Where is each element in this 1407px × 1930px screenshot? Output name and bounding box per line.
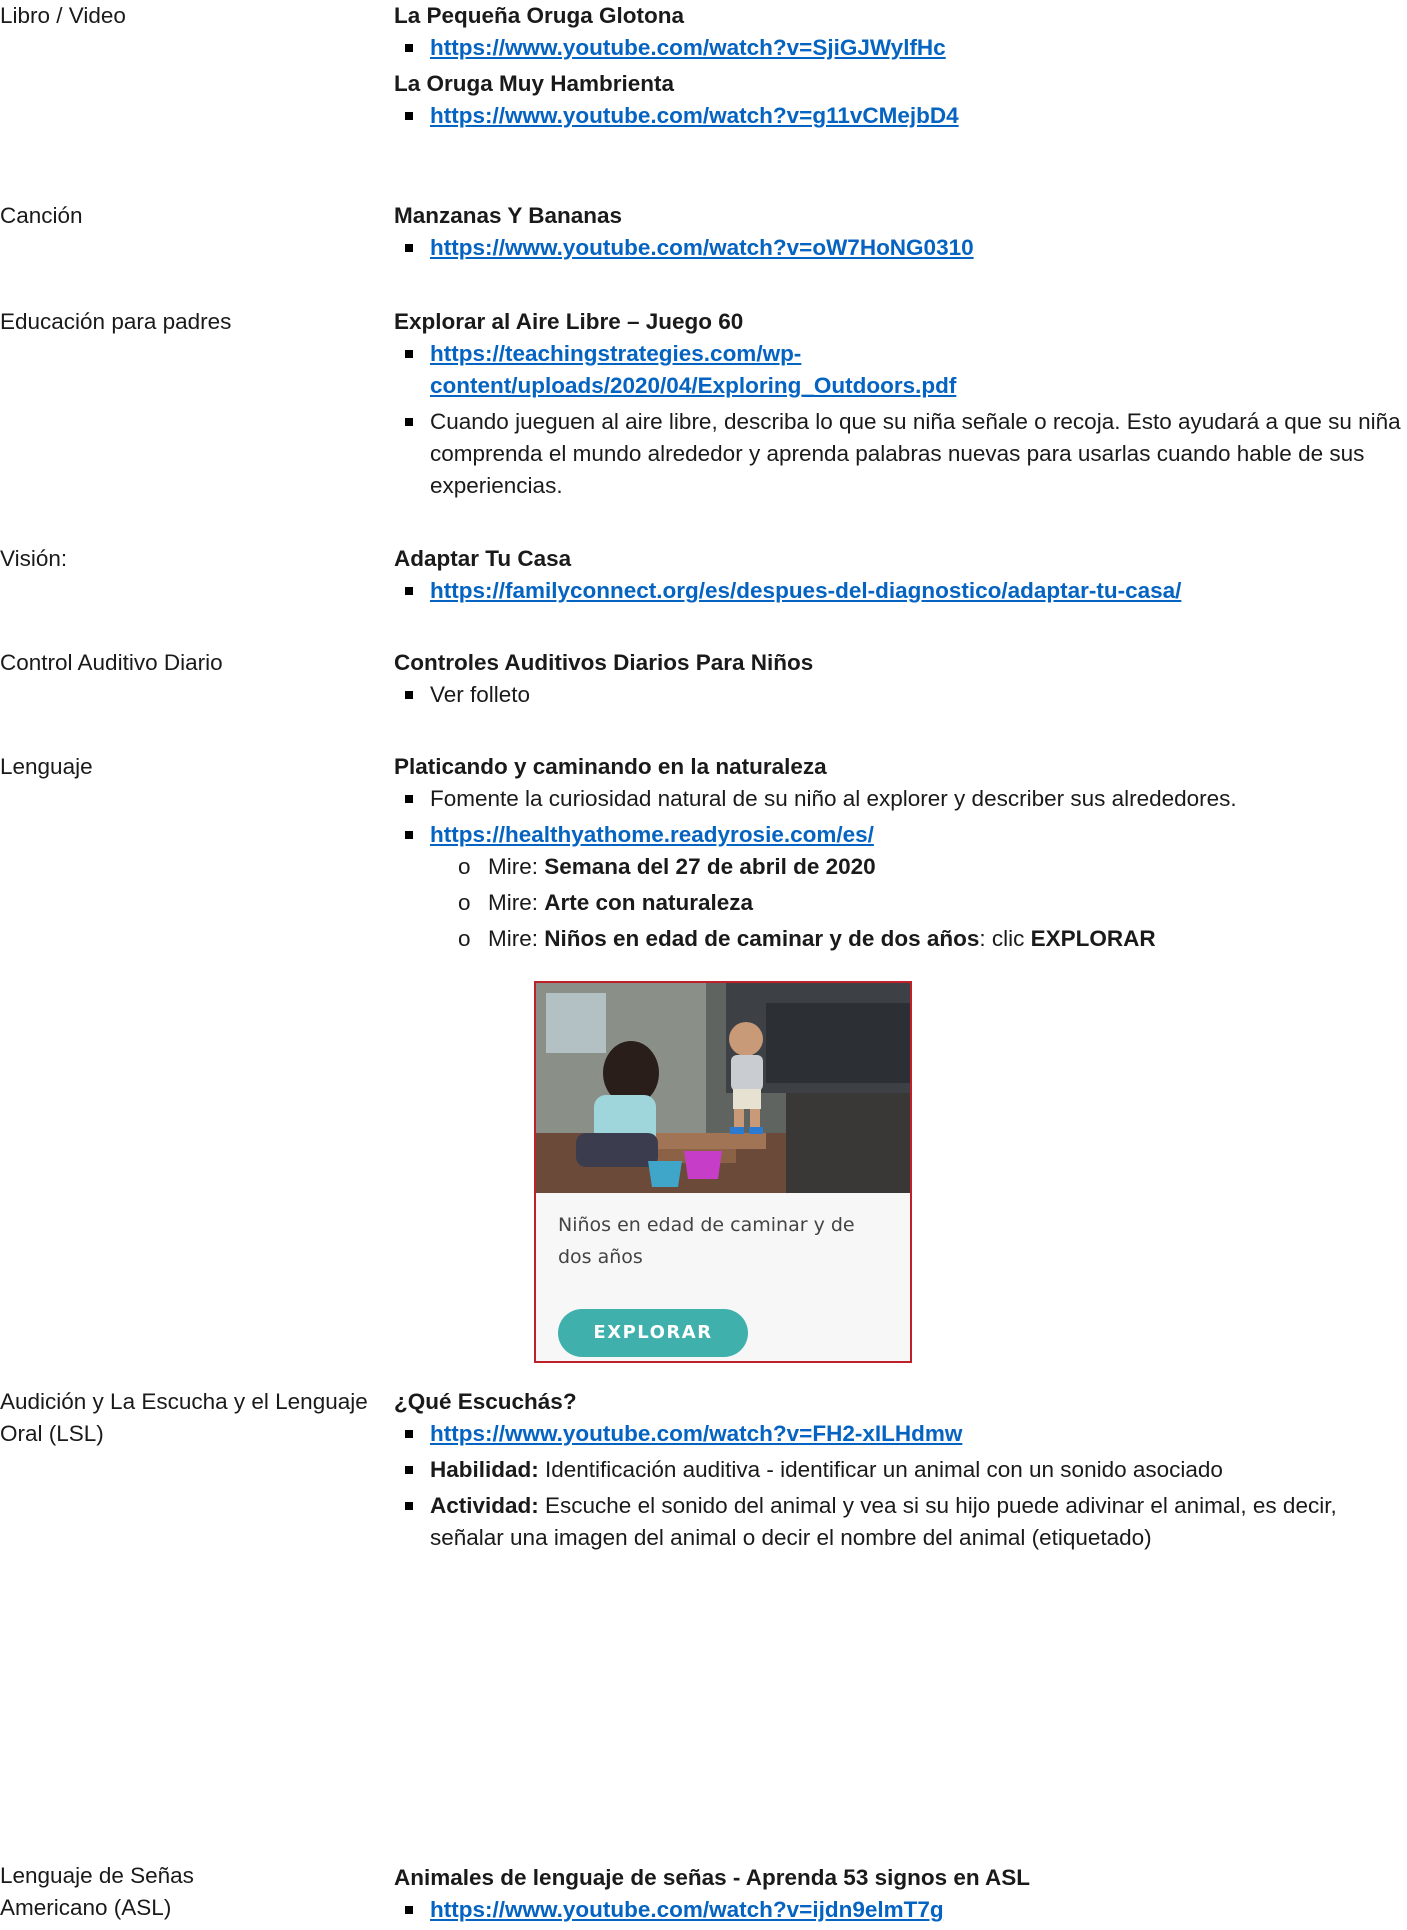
week-text: Semana del 27 de abril de 2020 — [544, 854, 876, 879]
bullet-list: https://www.youtube.com/watch?v=oW7HoNG0… — [394, 232, 1407, 264]
control-text: Ver folleto — [430, 682, 531, 707]
parent-tip-text: Cuando jueguen al aire libre, describa l… — [430, 409, 1401, 498]
list-item: https://familyconnect.org/es/despues-del… — [405, 575, 1407, 607]
book-title-1: La Pequeña Oruga Glotona — [394, 3, 685, 28]
bullet-list: Fomente la curiosidad natural de su niño… — [394, 783, 1407, 955]
asl-link[interactable]: https://www.youtube.com/watch?v=ijdn9elm… — [430, 1897, 944, 1922]
actividad-label: Actividad: — [430, 1493, 539, 1518]
list-item: https://teachingstrategies.com/wp-conten… — [405, 338, 1407, 402]
section-content: Platicando y caminando en la naturaleza … — [394, 751, 1407, 1363]
section-content: Animales de lenguaje de señas - Aprenda … — [394, 1860, 1407, 1930]
list-item: https://www.youtube.com/watch?v=oW7HoNG0… — [405, 232, 1407, 264]
section-label: Canción — [0, 203, 83, 228]
list-item: https://healthyathome.readyrosie.com/es/… — [405, 819, 1407, 955]
lsl-title: ¿Qué Escuchás? — [394, 1389, 577, 1414]
explorar-text: EXPLORAR — [1030, 926, 1156, 951]
parent-title: Explorar al Aire Libre – Juego 60 — [394, 309, 744, 334]
bullet-list: https://www.youtube.com/watch?v=ijdn9elm… — [394, 1894, 1407, 1926]
pdf-link-line-2: content/uploads/2020/04/Exploring_Outdoo… — [430, 373, 957, 398]
song-title: Manzanas Y Bananas — [394, 203, 623, 228]
card-caption: Niños en edad de caminar y de dos años — [558, 1214, 855, 1268]
list-item: https://www.youtube.com/watch?v=FH2-xILH… — [405, 1418, 1407, 1450]
youtube-link-1[interactable]: https://www.youtube.com/watch?v=SjiGJWyl… — [430, 35, 946, 60]
explorar-button[interactable]: EXPLORAR — [558, 1309, 748, 1357]
lenguaje-text: Fomente la curiosidad natural de su niño… — [430, 786, 1237, 811]
section-content: La Pequeña Oruga Glotona https://www.you… — [394, 0, 1407, 136]
section-label: Libro / Video — [0, 3, 126, 28]
list-item: https://www.youtube.com/watch?v=g11vCMej… — [405, 100, 1407, 132]
section-label: Educación para padres — [0, 309, 232, 334]
sub-list: Mire: Semana del 27 de abril de 2020 Mir… — [430, 851, 1407, 955]
vision-title: Adaptar Tu Casa — [394, 546, 572, 571]
bullet-list: https://www.youtube.com/watch?v=FH2-xILH… — [394, 1418, 1407, 1554]
section-label: Lenguaje — [0, 754, 93, 779]
list-item: https://www.youtube.com/watch?v=SjiGJWyl… — [405, 32, 1407, 64]
sub-list-item: Mire: Niños en edad de caminar y de dos … — [458, 923, 1407, 955]
book-title-2: La Oruga Muy Hambrienta — [394, 71, 675, 96]
vision-link[interactable]: https://familyconnect.org/es/despues-del… — [430, 578, 1181, 603]
mire-label: Mire: — [488, 890, 545, 915]
list-item: Ver folleto — [405, 679, 1407, 711]
youtube-link-2[interactable]: https://www.youtube.com/watch?v=g11vCMej… — [430, 103, 959, 128]
lenguaje-title: Platicando y caminando en la naturaleza — [394, 754, 827, 779]
section-content: Controles Auditivos Diarios Para Niños V… — [394, 647, 1407, 715]
list-item: Habilidad: Identificación auditiva - ide… — [405, 1454, 1407, 1486]
section-label: Audición y La Escucha y el Lenguaje Oral… — [0, 1389, 368, 1446]
section-content: ¿Qué Escuchás? https://www.youtube.com/w… — [394, 1386, 1407, 1558]
list-item: Cuando jueguen al aire libre, describa l… — [405, 406, 1407, 502]
sub-list-item: Mire: Semana del 27 de abril de 2020 — [458, 851, 1407, 883]
section-label: Visión: — [0, 546, 68, 571]
pdf-link-line-1: https://teachingstrategies.com/wp- — [430, 341, 802, 366]
section-content: Explorar al Aire Libre – Juego 60 https:… — [394, 306, 1407, 506]
click-text: : clic — [979, 926, 1031, 951]
card-photo — [536, 983, 910, 1193]
section-content: Adaptar Tu Casa https://familyconnect.or… — [394, 543, 1407, 611]
lsl-link[interactable]: https://www.youtube.com/watch?v=FH2-xILH… — [430, 1421, 962, 1446]
mire-label: Mire: — [488, 854, 545, 879]
explorar-card[interactable]: Niños en edad de caminar y de dos años E… — [534, 981, 912, 1363]
section-label: Lenguaje de Señas Americano (ASL) — [0, 1863, 194, 1920]
bullet-list: Ver folleto — [394, 679, 1407, 711]
readyrosie-link[interactable]: https://healthyathome.readyrosie.com/es/ — [430, 822, 874, 847]
arte-text: Arte con naturaleza — [544, 890, 754, 915]
asl-title: Animales de lenguaje de señas - Aprenda … — [394, 1865, 1031, 1890]
list-item: Actividad: Escuche el sonido del animal … — [405, 1490, 1407, 1554]
bullet-list: https://www.youtube.com/watch?v=SjiGJWyl… — [394, 32, 1407, 64]
bullet-list: https://teachingstrategies.com/wp-conten… — [394, 338, 1407, 502]
habilidad-text: Identificación auditiva - identificar un… — [538, 1457, 1223, 1482]
section-content: Manzanas Y Bananas https://www.youtube.c… — [394, 200, 1407, 268]
bullet-list: https://www.youtube.com/watch?v=g11vCMej… — [394, 100, 1407, 132]
section-label: Control Auditivo Diario — [0, 650, 223, 675]
bullet-list: https://familyconnect.org/es/despues-del… — [394, 575, 1407, 607]
sub-list-item: Mire: Arte con naturaleza — [458, 887, 1407, 919]
list-item: https://www.youtube.com/watch?v=ijdn9elm… — [405, 1894, 1407, 1926]
song-link[interactable]: https://www.youtube.com/watch?v=oW7HoNG0… — [430, 235, 974, 260]
control-title: Controles Auditivos Diarios Para Niños — [394, 650, 814, 675]
mire-label: Mire: — [488, 926, 545, 951]
toddler-text: Niños en edad de caminar y de dos años — [544, 926, 980, 951]
pdf-link[interactable]: https://teachingstrategies.com/wp-conten… — [430, 341, 956, 398]
list-item: Fomente la curiosidad natural de su niño… — [405, 783, 1407, 815]
actividad-text: Escuche el sonido del animal y vea si su… — [430, 1493, 1337, 1550]
photo-illustration — [536, 983, 910, 1193]
habilidad-label: Habilidad: — [430, 1457, 539, 1482]
